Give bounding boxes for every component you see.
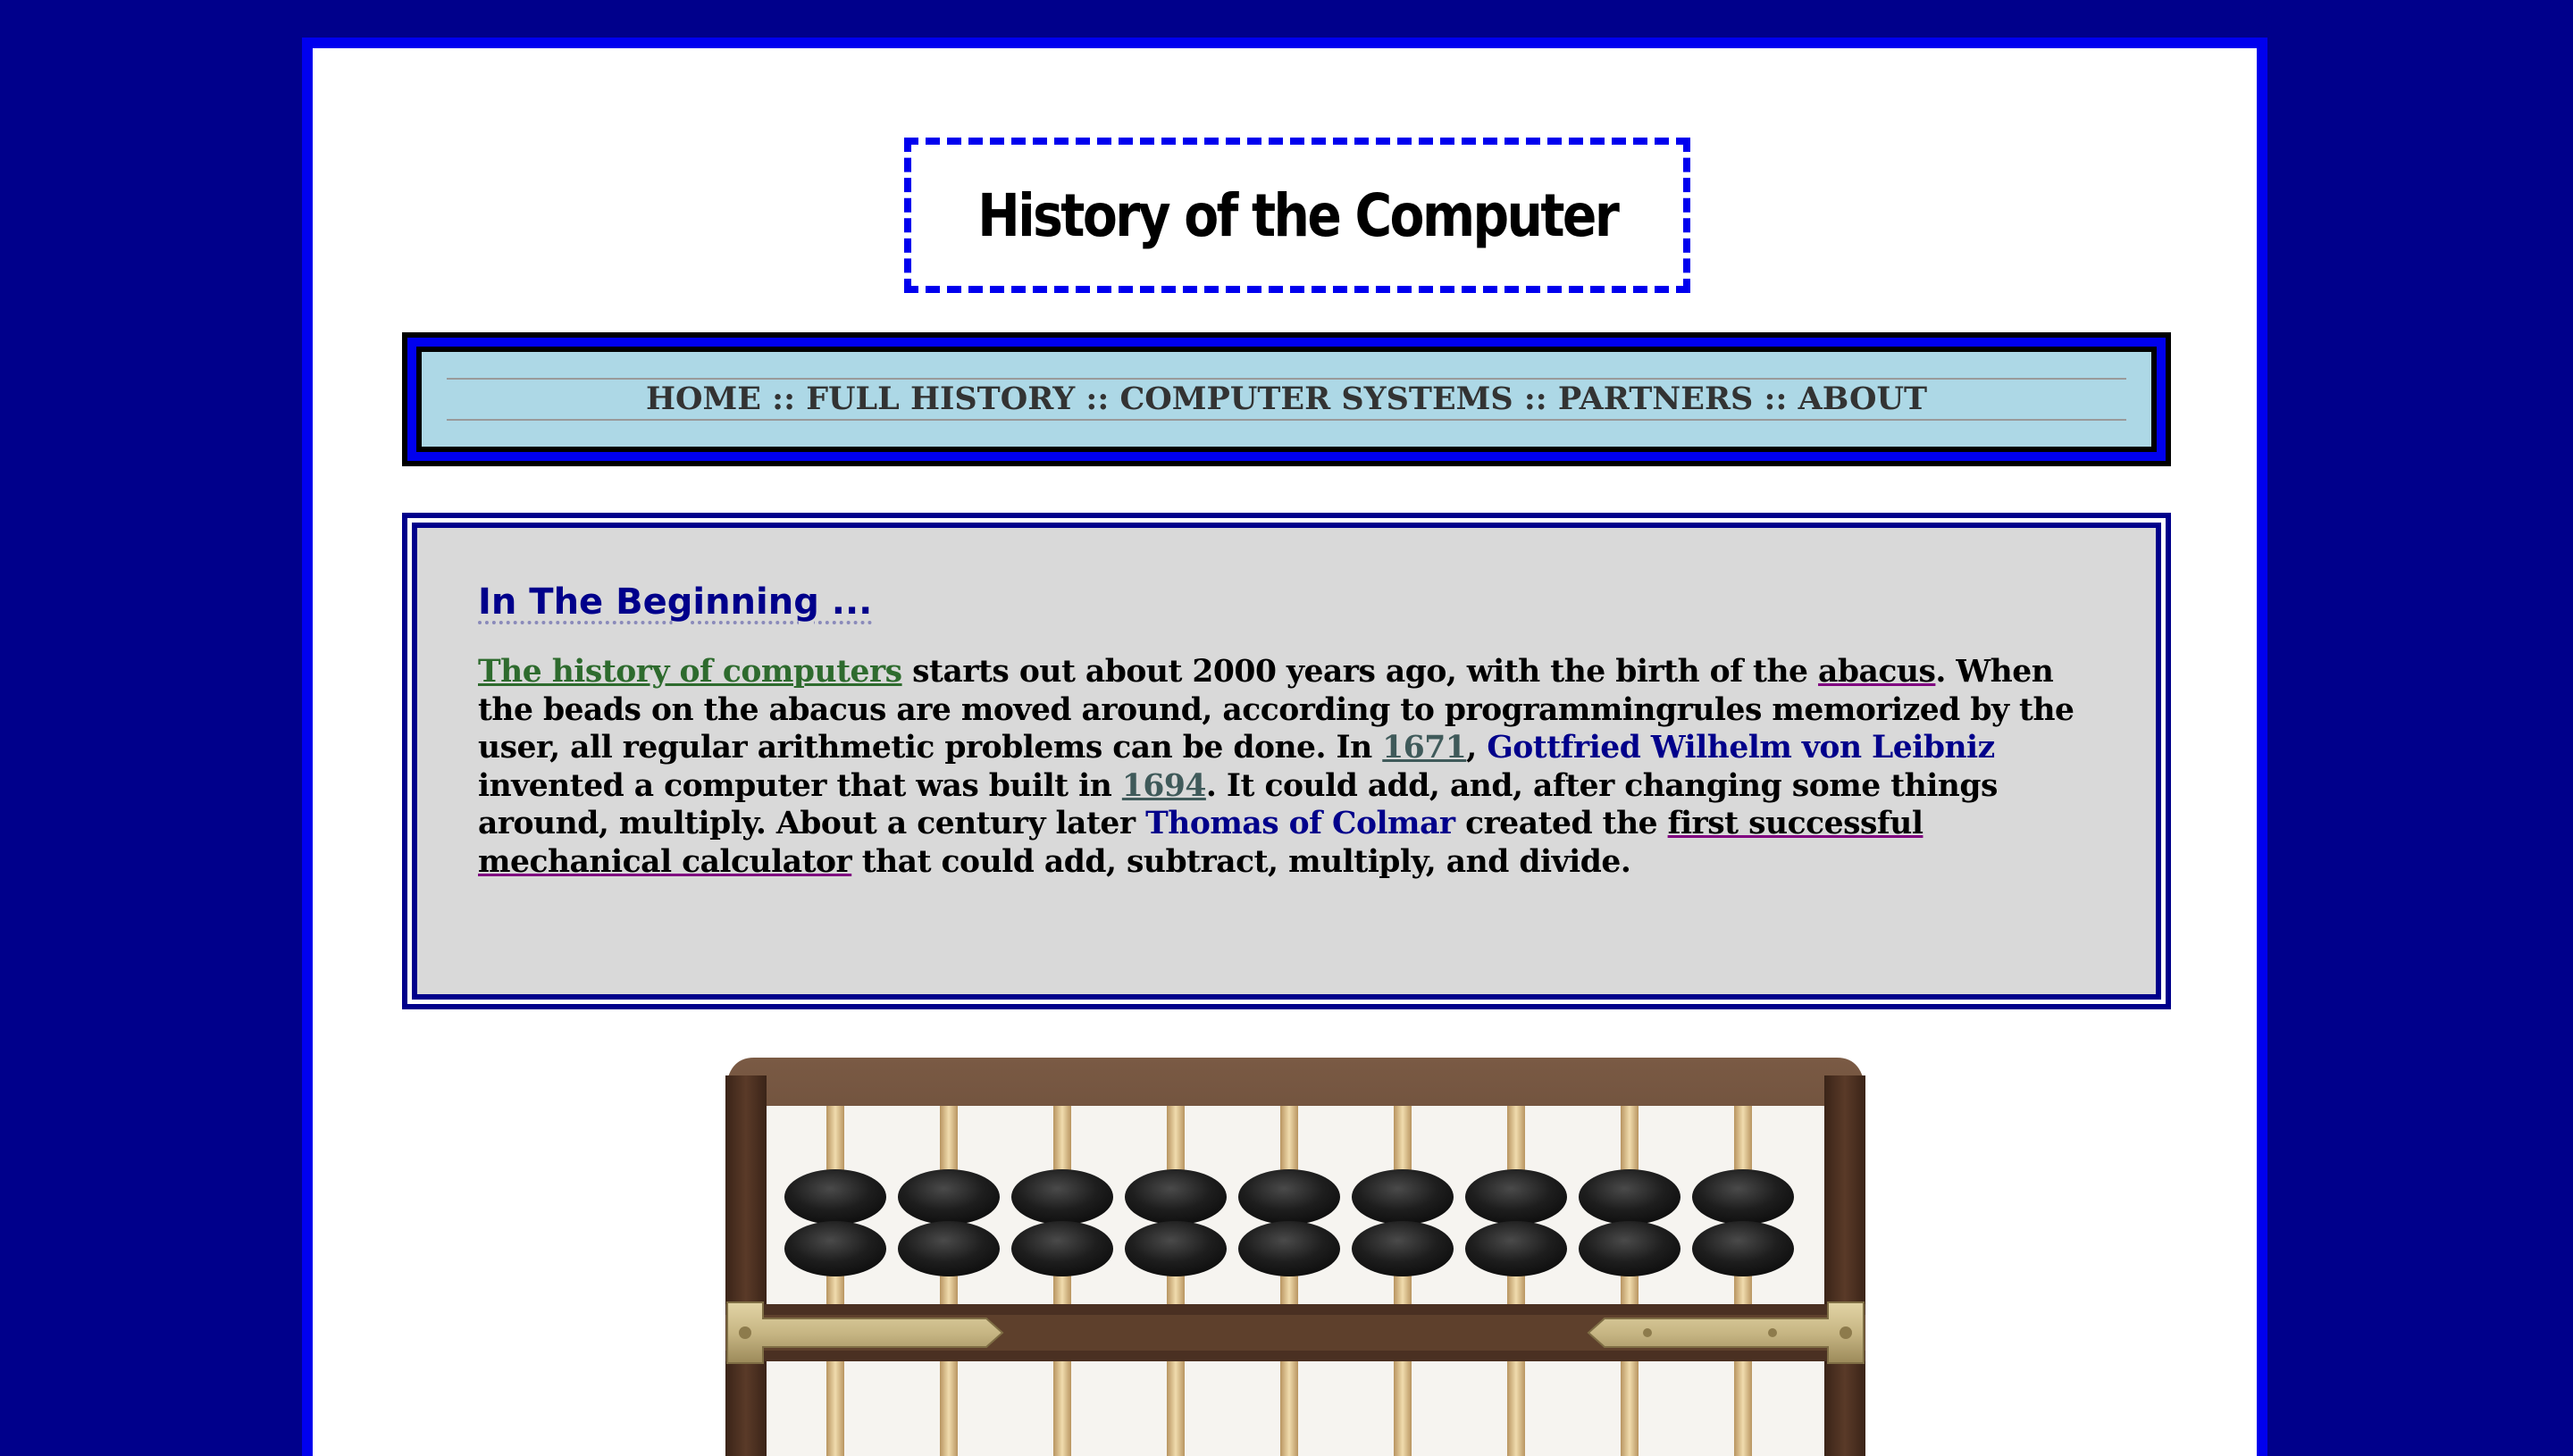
nav-link-computer-systems[interactable]: COMPUTER SYSTEMS xyxy=(1119,381,1513,417)
link-abacus[interactable]: abacus xyxy=(1818,654,1936,690)
link-year-1694[interactable]: 1694 xyxy=(1122,768,1207,804)
paragraph-text: , xyxy=(1466,730,1488,766)
nav-separator: :: xyxy=(772,381,807,417)
nav-separator: :: xyxy=(1523,381,1558,417)
paragraph-text: starts out about 2000 years ago, with th… xyxy=(901,654,1819,690)
link-history-of-computers[interactable]: The history of computers xyxy=(478,654,902,690)
abacus-image xyxy=(725,1058,1865,1456)
intro-paragraph: The history of computers starts out abou… xyxy=(478,653,2095,881)
nav-panel: HOME :: FULL HISTORY :: COMPUTER SYSTEMS… xyxy=(402,332,2171,466)
site-title-box: History of the Computer xyxy=(904,138,1690,293)
content-panel-inner: In The Beginning ... The history of comp… xyxy=(412,523,2161,1000)
nav-link-full-history[interactable]: FULL HISTORY xyxy=(806,381,1075,417)
nav-bar: HOME :: FULL HISTORY :: COMPUTER SYSTEMS… xyxy=(447,378,2126,421)
nav-separator: :: xyxy=(1085,381,1120,417)
paragraph-text: invented a computer that was built in xyxy=(478,767,1122,804)
paragraph-text: created the xyxy=(1454,806,1668,841)
name-leibniz: Gottfried Wilhelm von Leibniz xyxy=(1487,730,1995,766)
nav-link-home[interactable]: HOME xyxy=(646,381,761,417)
section-heading: In The Beginning ... xyxy=(478,582,873,623)
abacus-beads xyxy=(784,1169,1794,1276)
nav-link-partners[interactable]: PARTNERS xyxy=(1558,381,1753,417)
nav-panel-inner: HOME :: FULL HISTORY :: COMPUTER SYSTEMS… xyxy=(416,347,2157,452)
nav-separator: :: xyxy=(1764,381,1798,417)
link-year-1671[interactable]: 1671 xyxy=(1382,730,1467,766)
page-container: History of the Computer HOME :: FULL HIS… xyxy=(302,38,2267,1456)
paragraph-text: that could add, subtract, multiply, and … xyxy=(851,843,1631,880)
nav-link-about[interactable]: ABOUT xyxy=(1798,381,1927,417)
name-thomas-of-colmar: Thomas of Colmar xyxy=(1145,806,1455,841)
site-title: History of the Computer xyxy=(976,180,1620,250)
content-panel: In The Beginning ... The history of comp… xyxy=(402,513,2171,1009)
